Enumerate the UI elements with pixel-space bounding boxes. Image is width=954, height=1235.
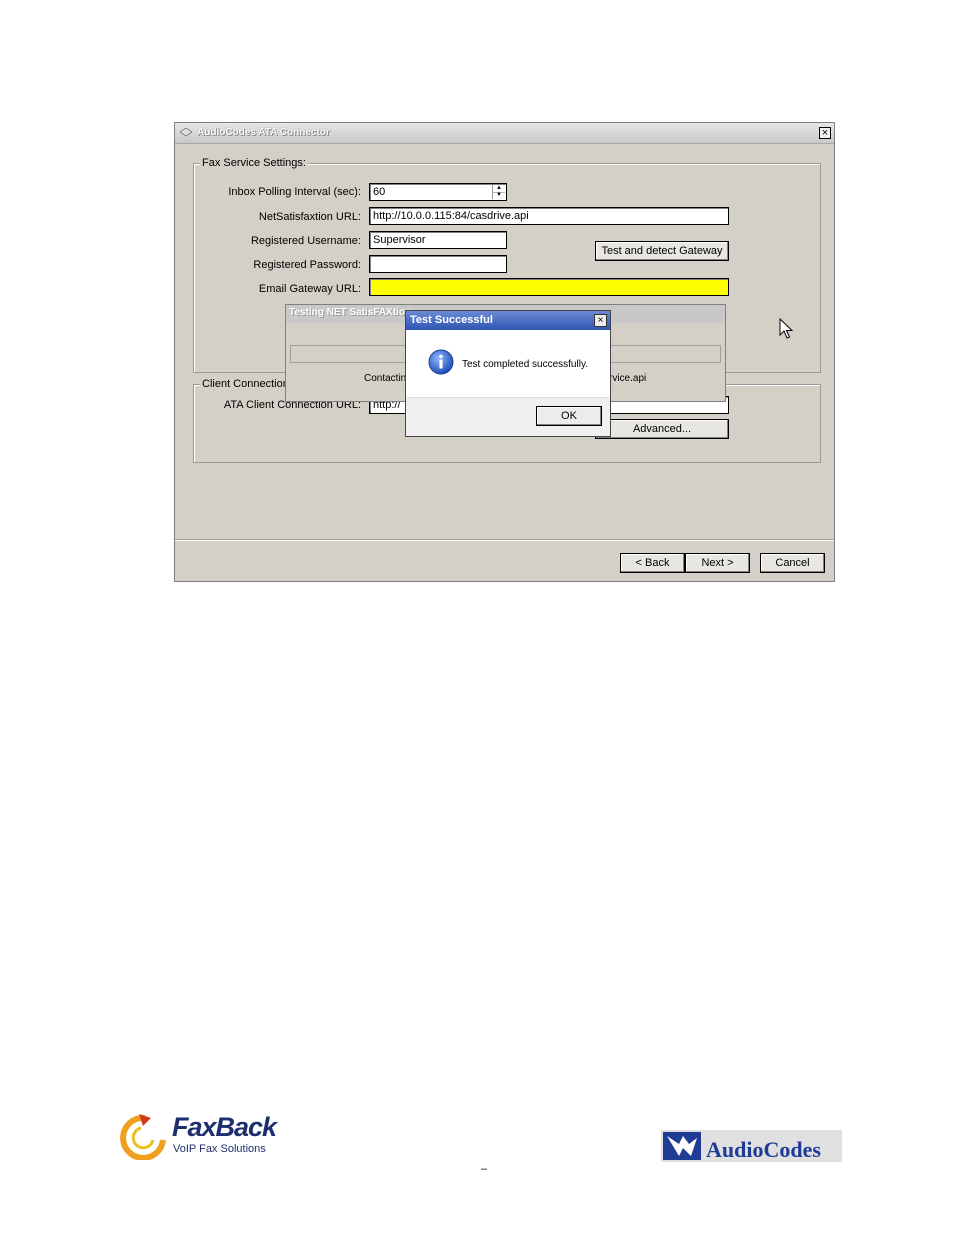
- email-label: Email Gateway URL:: [258, 283, 361, 295]
- polling-stepper[interactable]: ▲ ▼: [492, 185, 505, 199]
- polling-label: Inbox Polling Interval (sec):: [228, 186, 361, 198]
- mouse-pointer-icon: [779, 318, 793, 339]
- stepper-down-icon[interactable]: ▼: [493, 192, 505, 199]
- fax-group-legend: Fax Service Settings:: [200, 157, 308, 169]
- msgbox-title[interactable]: Test Successful: [406, 311, 610, 330]
- msgbox-close-icon[interactable]: ×: [594, 314, 607, 327]
- footer-separator: [175, 539, 834, 541]
- username-label: Registered Username:: [250, 235, 361, 247]
- url-label: NetSatisfaxtion URL:: [258, 211, 361, 223]
- audiocodes-mark-icon: [663, 1132, 701, 1160]
- info-icon: [428, 349, 454, 375]
- audiocodes-name: AudioCodes: [706, 1137, 821, 1162]
- page-mark: –: [481, 1163, 488, 1175]
- client-group-legend: Client Connection: [200, 378, 291, 390]
- email-gateway-input[interactable]: [369, 278, 729, 296]
- test-detect-gateway-button[interactable]: Test and detect Gateway: [595, 241, 729, 261]
- test-successful-dialog: Test Successful × Test completed success…: [405, 310, 611, 437]
- ok-button[interactable]: OK: [536, 406, 602, 426]
- url-input[interactable]: http://10.0.0.115:84/casdrive.api: [369, 207, 729, 225]
- back-button[interactable]: < Back: [620, 553, 685, 573]
- advanced-button[interactable]: Advanced...: [595, 419, 729, 439]
- username-input[interactable]: Supervisor: [369, 231, 507, 249]
- window-title: AudioCodes ATA Connector: [197, 127, 330, 138]
- faxback-tagline: VoIP Fax Solutions: [173, 1143, 266, 1155]
- faxback-name: FaxBack: [172, 1112, 277, 1142]
- msgbox-message: Test completed successfully.: [462, 359, 588, 370]
- password-input[interactable]: [369, 255, 507, 273]
- msgbox-footer: OK: [406, 397, 610, 436]
- progress-text-right: rvice.api: [609, 373, 647, 384]
- password-label: Registered Password:: [253, 259, 361, 271]
- next-button[interactable]: Next >: [685, 553, 750, 573]
- polling-input[interactable]: 60 ▲ ▼: [369, 183, 507, 201]
- title-bar[interactable]: AudioCodes ATA Connector ×: [175, 123, 834, 144]
- app-icon: [180, 128, 192, 137]
- polling-value: 60: [373, 186, 386, 198]
- close-icon[interactable]: ×: [819, 127, 831, 139]
- cancel-button[interactable]: Cancel: [760, 553, 825, 573]
